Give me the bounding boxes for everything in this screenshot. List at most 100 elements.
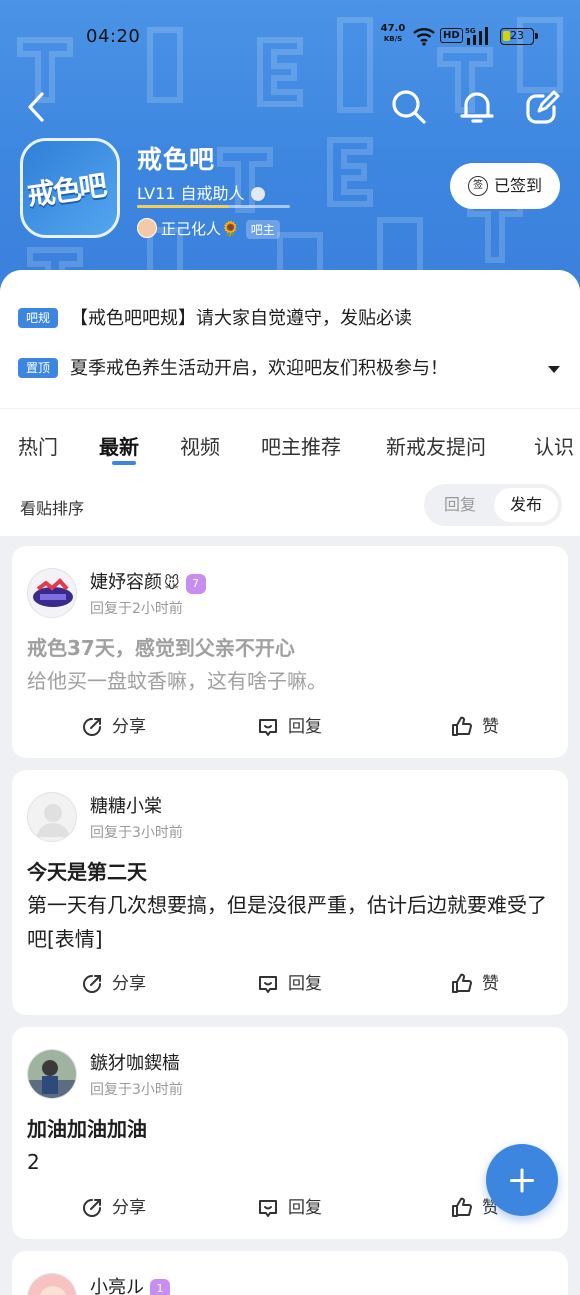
owner-name: 正己化人🌻 [161,220,240,238]
back-icon[interactable] [20,88,58,126]
tab-latest[interactable]: 最新 [99,431,139,460]
avatar-image [28,569,76,617]
share-button[interactable]: 分享 [80,713,146,741]
share-button[interactable]: 分享 [80,1194,146,1222]
like-button[interactable]: 赞 [450,713,499,741]
post-body: 2 [27,1150,40,1174]
network-speed-value: 47.0 [380,23,406,34]
network-speed-unit: KB/S [383,35,403,43]
sort-label: 看贴排序 [20,499,85,518]
post-card[interactable]: 糖糖小棠 回复于3小时前 今天是第二天 第一天有几次想要搞，但是没很严重，估计后… [12,770,568,1015]
notice-rules[interactable]: 吧规 【戒色吧吧规】请大家自觉遵守，发贴必读 [18,304,558,332]
post-title: 戒色37天，感觉到父亲不开心 [27,636,295,660]
like-button[interactable]: 赞 [450,970,499,998]
post-actions: 分享 回复 赞 [12,707,568,747]
avatar-image [28,1050,76,1098]
status-bar: 04:20 47.0 KB/S HD 5G 23 [0,20,580,54]
share-icon [83,1199,101,1217]
forum-avatar[interactable]: 戒色吧 [20,138,120,238]
tab-video[interactable]: 视频 [180,431,220,460]
post-actions: 分享 回复 赞 [12,964,568,1004]
reply-icon [259,976,277,993]
user-name[interactable]: 糖糖小棠 [90,792,162,818]
user-avatar[interactable] [27,568,77,618]
level-progress-bar [137,205,290,208]
post-time: 回复于2小时前 [90,601,183,617]
forum-avatar-logo: 戒色吧 [25,168,108,213]
like-icon [452,973,472,993]
owner-tag: 吧主 [245,220,280,239]
like-label: 赞 [482,974,499,994]
share-icon [83,718,101,736]
post-title: 今天是第二天 [27,860,147,884]
forum-owner[interactable]: 正己化人🌻 吧主 [137,218,280,240]
search-icon[interactable] [390,88,428,126]
post-card[interactable]: 婕妤容颜 🐭 7 回复于2小时前 戒色37天，感觉到父亲不开心 给他买一盘蚊香嘛，这… [12,546,568,758]
post-body: 第一天有几次想要搞，但是没很严重，估计后边就要难受了吧[表情] [27,893,547,951]
network-speed: 47.0 KB/S [378,24,408,44]
signin-icon: 签 [468,176,488,196]
like-label: 赞 [482,717,499,737]
forum-level[interactable]: LV11 自戒助人 [137,180,265,204]
reply-label: 回复 [288,974,322,994]
tab-hot[interactable]: 热门 [18,431,58,460]
tab-owner-recommend[interactable]: 吧主推荐 [261,431,341,460]
status-time: 04:20 [86,26,141,47]
level-badge: 7 [185,574,206,594]
reply-button[interactable]: 回复 [256,1194,322,1222]
user-name[interactable]: 婕妤容颜 🐭 7 [90,568,206,594]
share-label: 分享 [112,1198,146,1218]
notice-tag: 吧规 [18,308,58,328]
avatar-image [28,793,76,841]
tab-meet[interactable]: 认识 [534,431,574,460]
reply-button[interactable]: 回复 [256,713,322,741]
share-label: 分享 [112,717,146,737]
post-title: 加油加油加油 [27,1117,147,1141]
user-avatar[interactable] [27,1049,77,1099]
tab-bar: 热门 最新 视频 吧主推荐 新戒友提问 认识 [0,408,580,474]
post-body: 给他买一盘蚊香嘛，这有啥子嘛。 [27,669,327,693]
reply-icon [259,719,277,736]
user-avatar[interactable] [27,792,77,842]
notice-text: 【戒色吧吧规】请大家自觉遵守，发贴必读 [70,308,412,329]
reply-button[interactable]: 回复 [256,970,322,998]
share-button[interactable]: 分享 [80,970,146,998]
notice-text: 夏季戒色养生活动开启，欢迎吧友们积极参与！ [70,358,448,379]
forum-level-text: LV11 自戒助人 [137,184,245,203]
sort-by-publish[interactable]: 发布 [494,488,558,522]
forum-name: 戒色吧 [137,145,216,174]
notice-pinned[interactable]: 置顶 夏季戒色养生活动开启，欢迎吧友们积极参与！ [18,354,558,382]
sort-by-reply[interactable]: 回复 [428,488,492,522]
user-name-text: 鏃犲咖鍥樯 [90,1053,180,1074]
user-name-text: 婕妤容颜 [90,572,162,593]
user-name-text: 糖糖小棠 [90,796,162,817]
tab-newbie-questions[interactable]: 新戒友提问 [386,431,486,460]
signin-button[interactable]: 签 已签到 [450,163,560,209]
edit-icon[interactable] [524,88,562,126]
forum-header: 04:20 47.0 KB/S HD 5G 23 戒色吧 戒色吧 LV11 自戒… [0,0,580,300]
reply-label: 回复 [288,717,322,737]
level-badge: 1 [150,1279,170,1295]
like-icon [452,716,472,736]
reply-icon [259,1200,277,1217]
sort-bar: 看贴排序 回复 发布 [0,474,580,536]
bell-icon[interactable] [458,88,496,126]
signal-type: 5G [465,27,476,35]
user-avatar[interactable] [27,1273,77,1295]
reply-label: 回复 [288,1198,322,1218]
sort-toggle: 回复 发布 [424,484,562,526]
post-actions: 分享 回复 赞 [12,1188,568,1228]
level-progress-fill [137,205,229,208]
signal-icon: 5G [465,27,488,45]
new-post-button[interactable] [486,1144,558,1216]
expand-icon[interactable] [548,366,560,373]
post-card[interactable]: 小亮ル 1 [12,1251,568,1295]
user-name[interactable]: 小亮ル 1 [90,1273,170,1295]
owner-avatar [137,218,157,238]
signin-label: 已签到 [494,176,543,195]
notice-box: 吧规 【戒色吧吧规】请大家自觉遵守，发贴必读 置顶 夏季戒色养生活动开启，欢迎吧友们… [0,270,580,408]
post-time: 回复于3小时前 [90,825,183,841]
post-card[interactable]: 鏃犲咖鍥樯 回复于3小时前 加油加油加油 2 分享 回复 赞 [12,1027,568,1239]
active-tab-indicator [112,461,136,465]
user-name[interactable]: 鏃犲咖鍥樯 [90,1049,180,1075]
